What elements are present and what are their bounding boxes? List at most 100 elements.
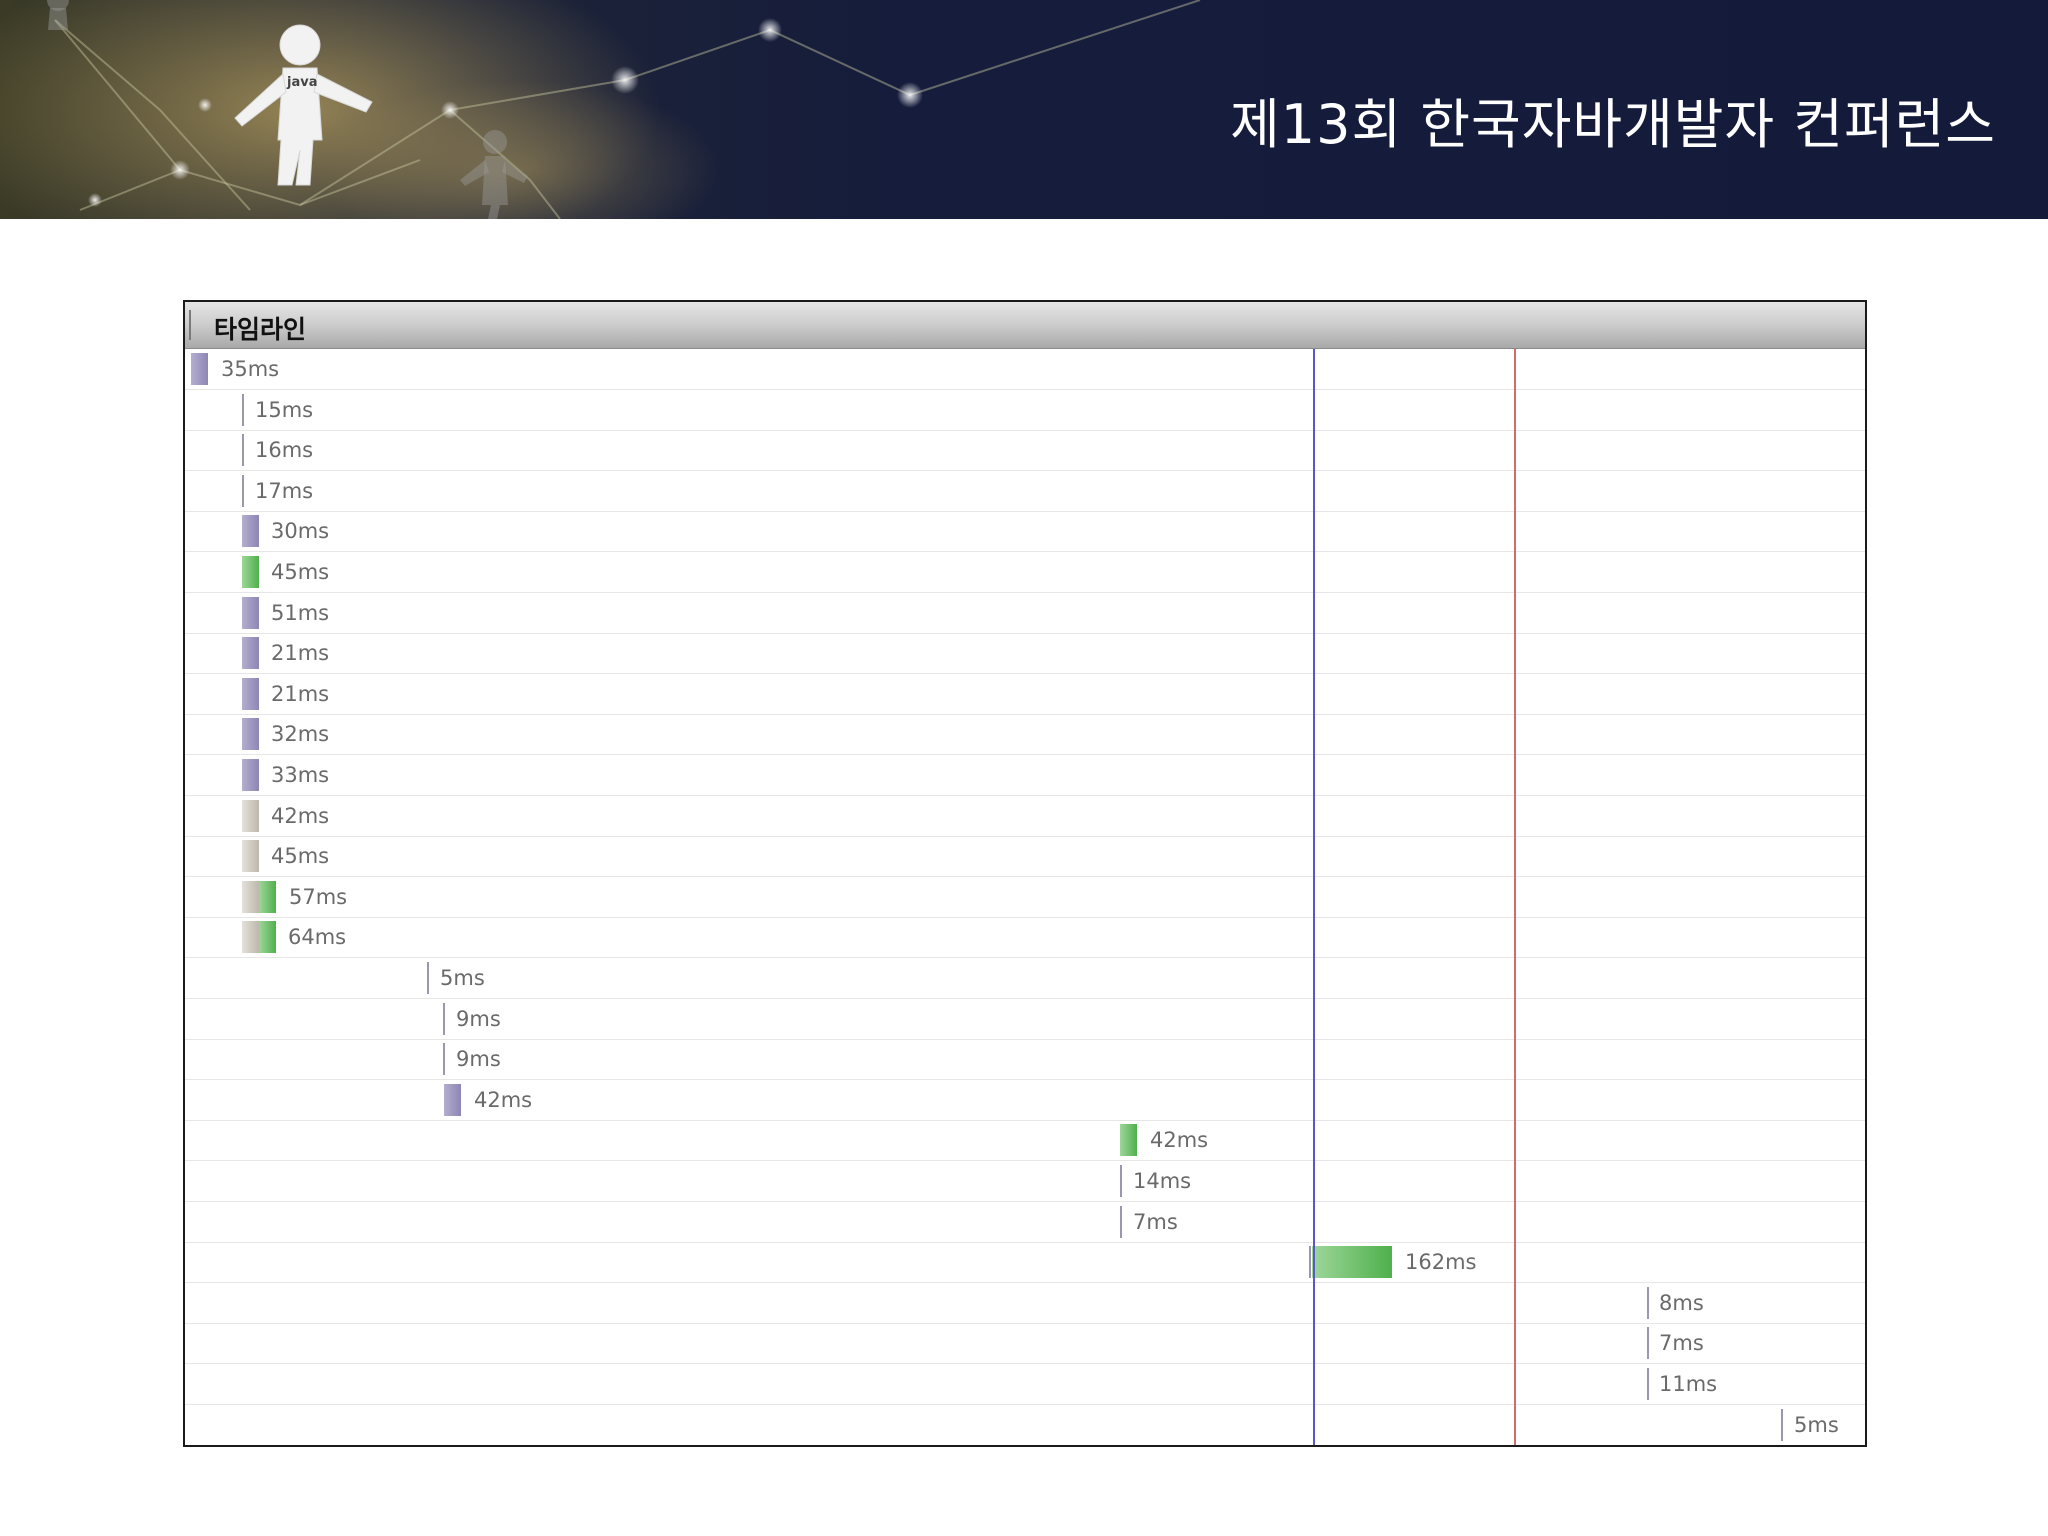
timeline-row[interactable]: 5ms [185,1405,1865,1445]
bar-segment-green [242,556,259,588]
timeline-tick [1647,1286,1649,1319]
timeline-tick [427,962,429,994]
timeline-row[interactable]: 57ms [185,877,1865,918]
timeline-row[interactable]: 15ms [185,390,1865,431]
bar-segment-gray [242,921,259,954]
timeline-bar [242,556,259,588]
bar-segment-purple [242,596,259,629]
duration-label: 21ms [271,641,330,666]
conference-title: 제13회 한국자바개발자 컨퍼런스 [1230,93,1996,156]
duration-label: 11ms [1659,1372,1718,1396]
duration-label: 5ms [440,966,485,990]
timeline-row[interactable]: 33ms [185,755,1865,796]
duration-label: 162ms [1405,1250,1477,1275]
timeline-bar [242,596,259,629]
timeline-tick [1309,1246,1311,1279]
timeline-bar [242,677,259,710]
duration-label: 14ms [1133,1169,1192,1193]
timeline-tick [1120,1165,1122,1197]
panel-header[interactable]: 타임라인 [185,302,1865,349]
timeline-tick [1781,1408,1783,1441]
duration-label: 17ms [255,478,314,503]
timeline-tick [443,1002,445,1035]
timeline-tick [242,474,244,507]
bar-segment-gray [242,799,259,832]
timeline-bar [242,718,259,751]
duration-label: 35ms [221,357,280,381]
duration-label: 7ms [1133,1209,1178,1234]
timeline-tick [1120,1205,1122,1238]
panel-title: 타임라인 [214,315,307,344]
duration-label: 8ms [1659,1290,1704,1315]
timeline-row[interactable]: 30ms [185,511,1865,553]
timeline-tick [242,393,244,426]
duration-label: 33ms [271,763,330,787]
blue-marker-line [1313,349,1315,1445]
timeline-rows: 35ms 15ms 16ms 17ms 30ms 45ms 51ms 21ms [185,349,1865,1445]
duration-label: 51ms [271,600,330,625]
bar-segment-gray [242,840,259,873]
bar-segment-green [1120,1124,1137,1157]
timeline-row[interactable]: 8ms [185,1283,1865,1324]
timeline-row[interactable]: 17ms [185,471,1865,512]
timeline-row[interactable]: 42ms [185,1120,1865,1162]
duration-label: 45ms [271,844,330,869]
timeline-row[interactable]: 51ms [185,593,1865,634]
bar-segment-purple [242,515,259,548]
duration-label: 42ms [474,1087,533,1112]
timeline-bar [242,840,259,873]
timeline-row[interactable]: 14ms [185,1161,1865,1202]
timeline-row[interactable]: 45ms [185,552,1865,593]
red-marker-line [1514,349,1516,1445]
duration-label: 16ms [255,438,314,463]
timeline-row[interactable]: 32ms [185,714,1865,756]
bar-segment-purple [242,637,259,670]
timeline-bar [444,1083,461,1116]
timeline-bar [242,637,259,670]
conference-banner: java 제13회 한국자바개발자 컨퍼런스 [0,0,2048,219]
timeline-bar [242,759,259,791]
bar-segment-gray [242,880,259,913]
duration-label: 9ms [456,1047,501,1072]
duration-label: 30ms [271,519,330,544]
timeline-row[interactable]: 42ms [185,1080,1865,1121]
timeline-row[interactable]: 5ms [185,958,1865,999]
timeline-bar [191,353,208,385]
duration-label: 45ms [271,560,330,584]
timeline-bar [242,515,259,548]
timeline-row[interactable]: 16ms [185,430,1865,472]
timeline-row[interactable]: 64ms [185,917,1865,959]
timeline-row[interactable]: 42ms [185,796,1865,837]
duration-label: 42ms [1150,1128,1209,1153]
bar-segment-green [259,921,276,954]
timeline-row[interactable]: 7ms [185,1202,1865,1243]
panel-grip [189,310,191,340]
timeline-row[interactable]: 11ms [185,1364,1865,1405]
duration-label: 5ms [1794,1412,1839,1437]
bar-segment-green [1312,1246,1392,1279]
timeline-panel: 타임라인 35ms 15ms 16ms 17ms 30ms 45ms 51ms … [183,300,1867,1447]
bar-segment-purple [242,759,259,791]
timeline-row[interactable]: 35ms [185,349,1865,390]
duration-label: 42ms [271,803,330,828]
timeline-tick [443,1043,445,1076]
timeline-bar [1312,1246,1392,1279]
timeline-row[interactable]: 45ms [185,836,1865,878]
bar-segment-purple [242,677,259,710]
timeline-row[interactable]: 9ms [185,1039,1865,1081]
timeline-row[interactable]: 21ms [185,633,1865,675]
bar-segment-purple [242,718,259,751]
timeline-row[interactable]: 162ms [185,1242,1865,1284]
timeline-row[interactable]: 7ms [185,1323,1865,1365]
duration-label: 64ms [288,925,347,950]
timeline-row[interactable]: 9ms [185,999,1865,1040]
duration-label: 9ms [456,1006,501,1031]
timeline-row[interactable]: 21ms [185,674,1865,715]
duration-label: 21ms [271,681,330,706]
timeline-bar [1120,1124,1137,1157]
duration-label: 57ms [289,884,348,909]
timeline-bar [242,921,276,954]
duration-label: 15ms [255,397,314,422]
bar-segment-purple [191,353,208,385]
bar-segment-purple [444,1083,461,1116]
